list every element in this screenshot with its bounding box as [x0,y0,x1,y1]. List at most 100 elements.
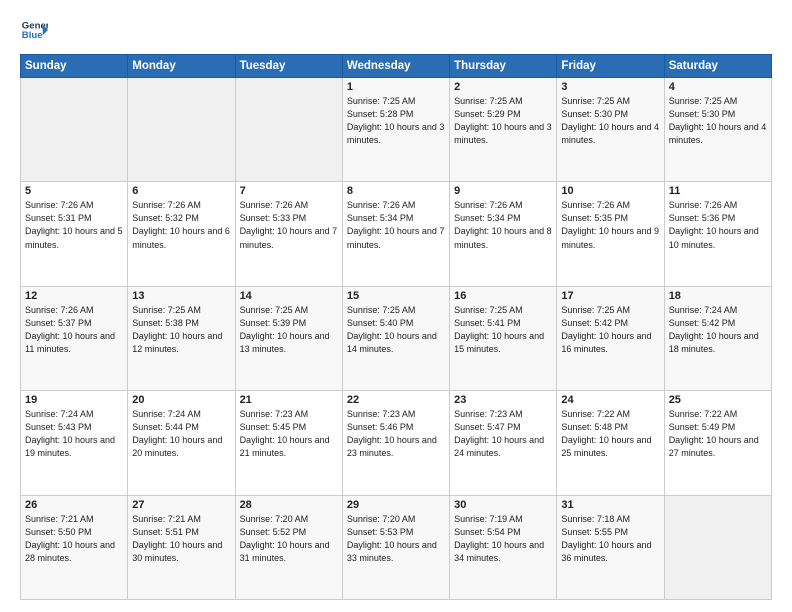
day-info: Sunrise: 7:25 AMSunset: 5:28 PMDaylight:… [347,95,445,147]
day-number: 19 [25,394,123,406]
calendar-week-row: 26 Sunrise: 7:21 AMSunset: 5:50 PMDayligh… [21,495,772,599]
day-number: 15 [347,290,445,302]
day-number: 1 [347,81,445,93]
day-number: 24 [561,394,659,406]
weekday-header: Wednesday [342,55,449,78]
calendar-cell: 8 Sunrise: 7:26 AMSunset: 5:34 PMDaylight… [342,182,449,286]
day-number: 20 [132,394,230,406]
weekday-header: Monday [128,55,235,78]
day-number: 9 [454,185,552,197]
calendar-cell: 24 Sunrise: 7:22 AMSunset: 5:48 PMDayligh… [557,391,664,495]
day-number: 28 [240,499,338,511]
day-number: 17 [561,290,659,302]
calendar-cell: 25Sunrise: 7:22 AMSunset: 5:49 PMDayligh… [664,391,771,495]
day-info: Sunrise: 7:25 AMSunset: 5:40 PMDaylight:… [347,304,445,356]
day-info: Sunrise: 7:22 AMSunset: 5:48 PMDaylight:… [561,408,659,460]
weekday-header: Tuesday [235,55,342,78]
calendar-cell: 1 Sunrise: 7:25 AMSunset: 5:28 PMDaylight… [342,78,449,182]
weekday-header: Friday [557,55,664,78]
weekday-header-row: SundayMondayTuesdayWednesdayThursdayFrid… [21,55,772,78]
day-number: 5 [25,185,123,197]
calendar-cell: 20Sunrise: 7:24 AMSunset: 5:44 PMDayligh… [128,391,235,495]
day-number: 31 [561,499,659,511]
day-number: 14 [240,290,338,302]
day-number: 6 [132,185,230,197]
calendar-cell: 5Sunrise: 7:26 AMSunset: 5:31 PMDaylight… [21,182,128,286]
calendar-cell: 14 Sunrise: 7:25 AMSunset: 5:39 PMDayligh… [235,286,342,390]
calendar-cell: 21Sunrise: 7:23 AMSunset: 5:45 PMDayligh… [235,391,342,495]
day-info: Sunrise: 7:25 AMSunset: 5:29 PMDaylight:… [454,95,552,147]
day-info: Sunrise: 7:25 AMSunset: 5:41 PMDaylight:… [454,304,552,356]
day-info: Sunrise: 7:26 AMSunset: 5:32 PMDaylight:… [132,199,230,251]
svg-text:Blue: Blue [22,30,43,41]
day-info: Sunrise: 7:23 AMSunset: 5:47 PMDaylight:… [454,408,552,460]
calendar-week-row: 19 Sunrise: 7:24 AMSunset: 5:43 PMDayligh… [21,391,772,495]
day-number: 4 [669,81,767,93]
day-number: 10 [561,185,659,197]
day-info: Sunrise: 7:19 AMSunset: 5:54 PMDaylight:… [454,513,552,565]
calendar-cell: 22 Sunrise: 7:23 AMSunset: 5:46 PMDayligh… [342,391,449,495]
calendar-cell: 12Sunrise: 7:26 AMSunset: 5:37 PMDayligh… [21,286,128,390]
day-info: Sunrise: 7:26 AMSunset: 5:33 PMDaylight:… [240,199,338,251]
day-number: 22 [347,394,445,406]
logo: General Blue [20,16,48,44]
calendar-cell [235,78,342,182]
day-info: Sunrise: 7:24 AMSunset: 5:43 PMDaylight:… [25,408,123,460]
day-info: Sunrise: 7:23 AMSunset: 5:45 PMDaylight:… [240,408,338,460]
day-number: 3 [561,81,659,93]
calendar-cell [128,78,235,182]
day-number: 27 [132,499,230,511]
day-info: Sunrise: 7:25 AMSunset: 5:30 PMDaylight:… [669,95,767,147]
calendar-cell [21,78,128,182]
day-info: Sunrise: 7:26 AMSunset: 5:36 PMDaylight:… [669,199,767,251]
day-info: Sunrise: 7:26 AMSunset: 5:34 PMDaylight:… [347,199,445,251]
day-number: 8 [347,185,445,197]
day-info: Sunrise: 7:26 AMSunset: 5:35 PMDaylight:… [561,199,659,251]
calendar-cell: 6 Sunrise: 7:26 AMSunset: 5:32 PMDaylight… [128,182,235,286]
weekday-header: Sunday [21,55,128,78]
calendar-cell: 7Sunrise: 7:26 AMSunset: 5:33 PMDaylight… [235,182,342,286]
calendar-cell [664,495,771,599]
day-info: Sunrise: 7:25 AMSunset: 5:30 PMDaylight:… [561,95,659,147]
day-info: Sunrise: 7:25 AMSunset: 5:39 PMDaylight:… [240,304,338,356]
logo-icon: General Blue [20,16,48,44]
day-number: 16 [454,290,552,302]
weekday-header: Saturday [664,55,771,78]
calendar-table: SundayMondayTuesdayWednesdayThursdayFrid… [20,54,772,600]
day-info: Sunrise: 7:25 AMSunset: 5:38 PMDaylight:… [132,304,230,356]
day-info: Sunrise: 7:20 AMSunset: 5:52 PMDaylight:… [240,513,338,565]
day-number: 2 [454,81,552,93]
day-number: 26 [25,499,123,511]
calendar-cell: 29 Sunrise: 7:20 AMSunset: 5:53 PMDayligh… [342,495,449,599]
calendar-cell: 23Sunrise: 7:23 AMSunset: 5:47 PMDayligh… [450,391,557,495]
calendar-cell: 9 Sunrise: 7:26 AMSunset: 5:34 PMDaylight… [450,182,557,286]
day-info: Sunrise: 7:25 AMSunset: 5:42 PMDaylight:… [561,304,659,356]
day-number: 11 [669,185,767,197]
calendar-cell: 11 Sunrise: 7:26 AMSunset: 5:36 PMDayligh… [664,182,771,286]
day-info: Sunrise: 7:26 AMSunset: 5:34 PMDaylight:… [454,199,552,251]
day-info: Sunrise: 7:23 AMSunset: 5:46 PMDaylight:… [347,408,445,460]
calendar-cell: 27 Sunrise: 7:21 AMSunset: 5:51 PMDayligh… [128,495,235,599]
calendar-week-row: 5Sunrise: 7:26 AMSunset: 5:31 PMDaylight… [21,182,772,286]
calendar-cell: 13 Sunrise: 7:25 AMSunset: 5:38 PMDayligh… [128,286,235,390]
day-info: Sunrise: 7:21 AMSunset: 5:50 PMDaylight:… [25,513,123,565]
calendar-cell: 28 Sunrise: 7:20 AMSunset: 5:52 PMDayligh… [235,495,342,599]
day-info: Sunrise: 7:20 AMSunset: 5:53 PMDaylight:… [347,513,445,565]
day-number: 13 [132,290,230,302]
calendar-cell: 4 Sunrise: 7:25 AMSunset: 5:30 PMDaylight… [664,78,771,182]
day-info: Sunrise: 7:24 AMSunset: 5:42 PMDaylight:… [669,304,767,356]
calendar-cell: 2 Sunrise: 7:25 AMSunset: 5:29 PMDaylight… [450,78,557,182]
calendar-cell: 26 Sunrise: 7:21 AMSunset: 5:50 PMDayligh… [21,495,128,599]
day-number: 30 [454,499,552,511]
day-number: 18 [669,290,767,302]
calendar-cell: 31Sunrise: 7:18 AMSunset: 5:55 PMDayligh… [557,495,664,599]
calendar-cell: 18 Sunrise: 7:24 AMSunset: 5:42 PMDayligh… [664,286,771,390]
calendar-cell: 3 Sunrise: 7:25 AMSunset: 5:30 PMDaylight… [557,78,664,182]
header: General Blue [20,16,772,44]
day-number: 29 [347,499,445,511]
calendar-week-row: 12Sunrise: 7:26 AMSunset: 5:37 PMDayligh… [21,286,772,390]
calendar-cell: 19 Sunrise: 7:24 AMSunset: 5:43 PMDayligh… [21,391,128,495]
day-info: Sunrise: 7:21 AMSunset: 5:51 PMDaylight:… [132,513,230,565]
calendar-cell: 16 Sunrise: 7:25 AMSunset: 5:41 PMDayligh… [450,286,557,390]
calendar-cell: 10 Sunrise: 7:26 AMSunset: 5:35 PMDayligh… [557,182,664,286]
